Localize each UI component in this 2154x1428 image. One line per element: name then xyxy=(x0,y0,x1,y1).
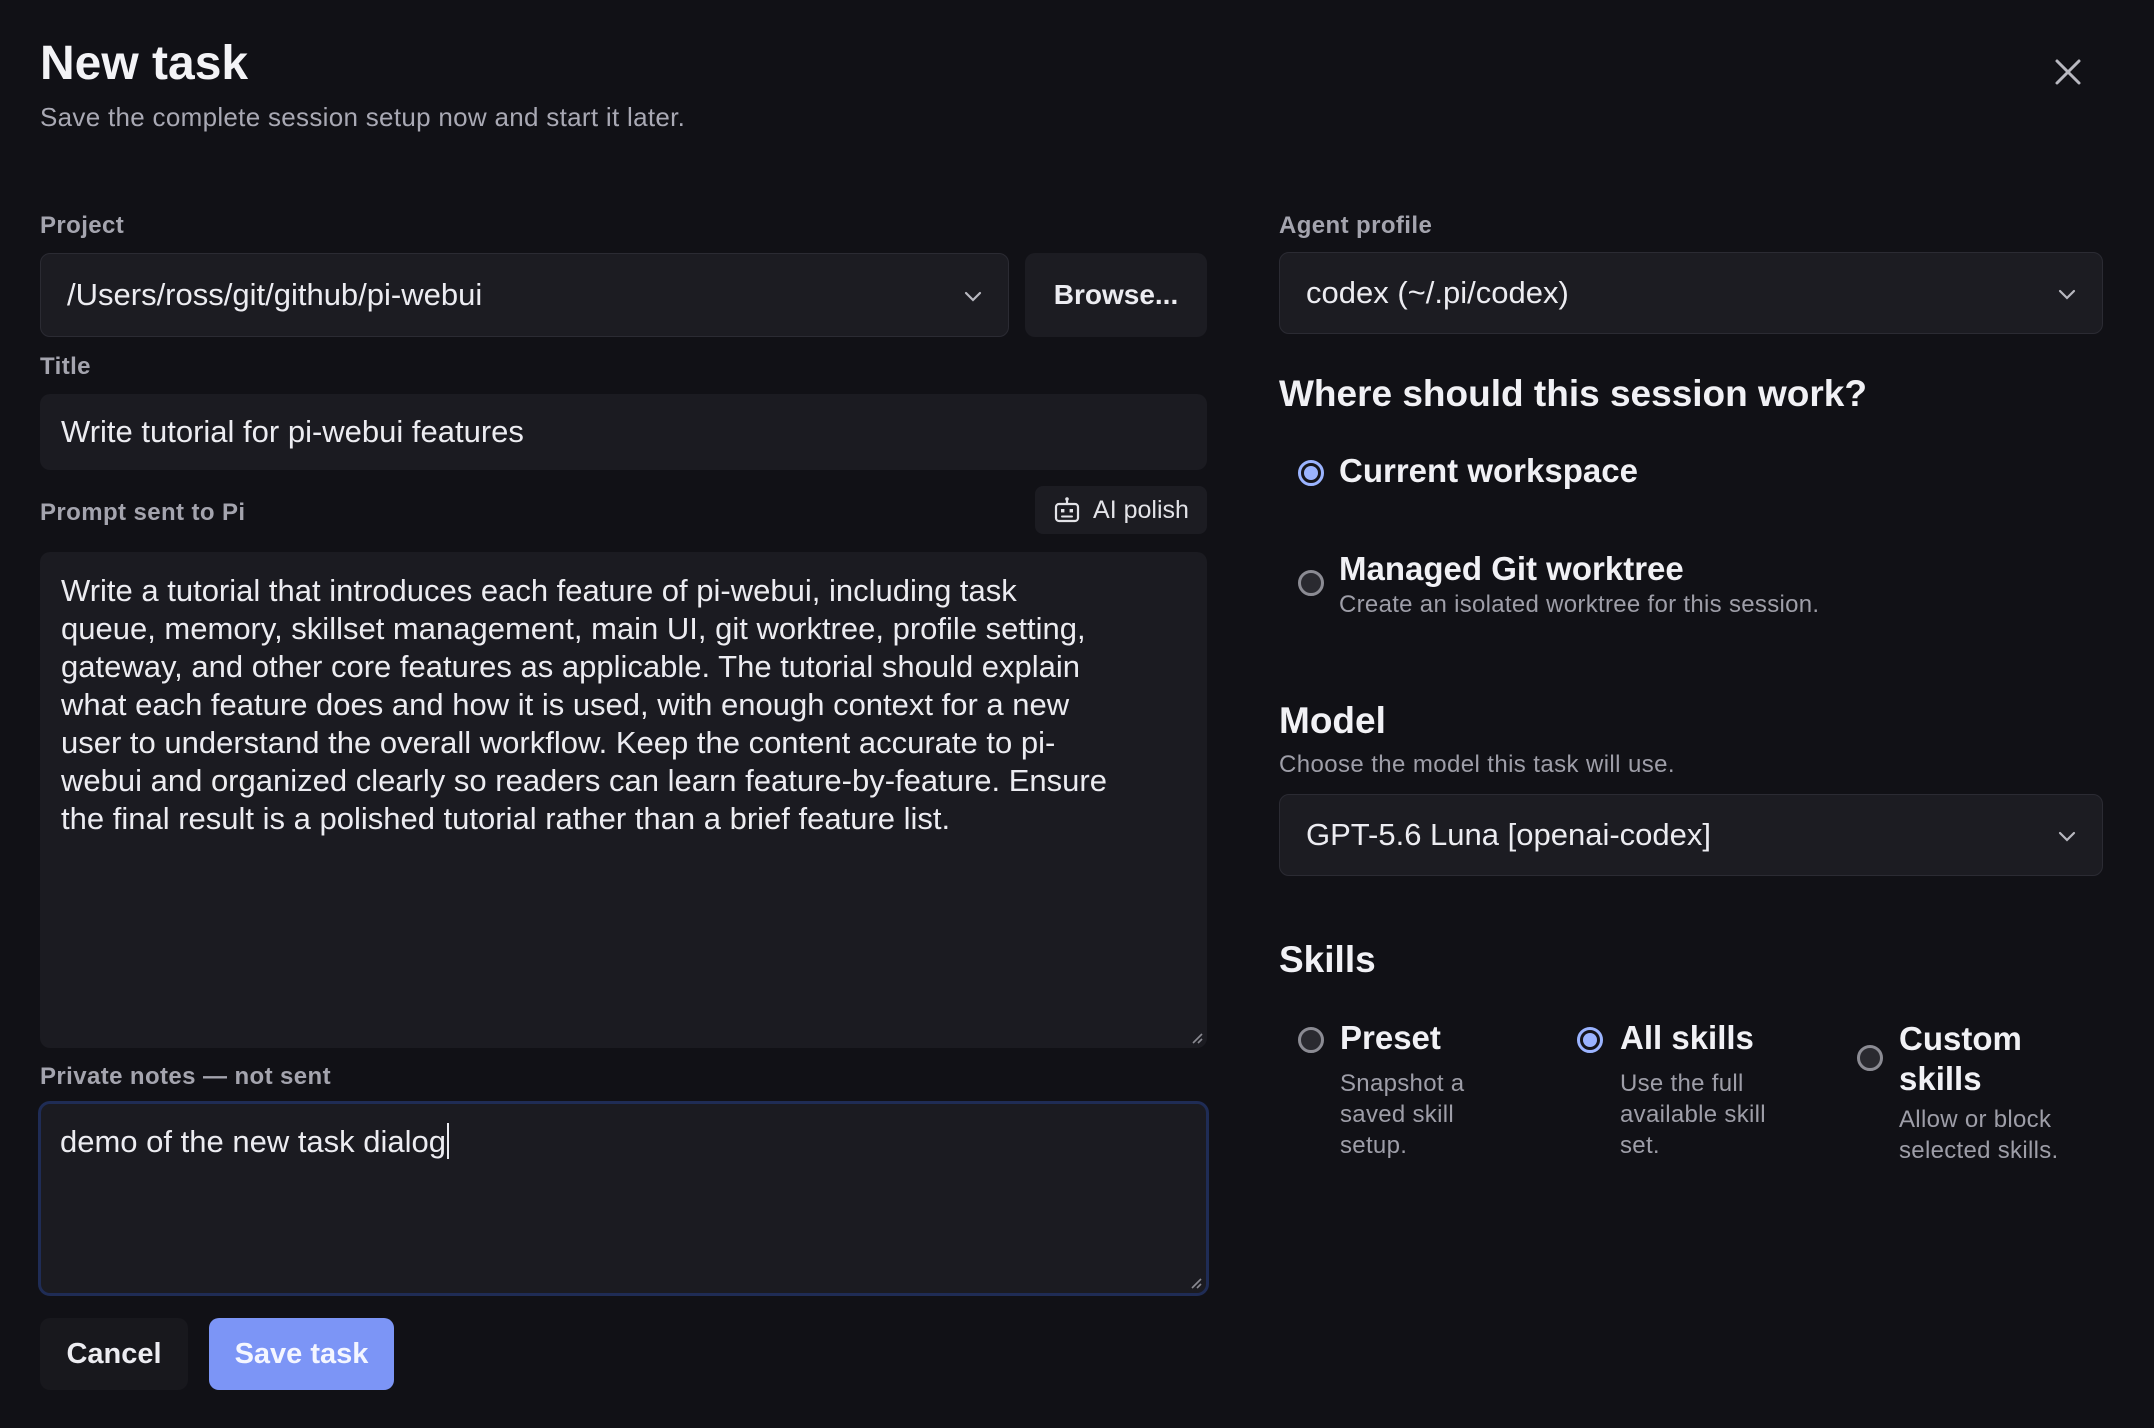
dialog-title: New task xyxy=(40,37,249,90)
dialog-subtitle: Save the complete session setup now and … xyxy=(40,102,686,132)
radio-managed-git-worktree[interactable] xyxy=(1298,570,1324,596)
notes-textarea[interactable]: demo of the new task dialog xyxy=(38,1101,1209,1296)
agent-profile-label: Agent profile xyxy=(1279,212,1433,239)
preset-desc-line: setup. xyxy=(1340,1132,1408,1159)
radio-current-workspace[interactable] xyxy=(1298,460,1324,486)
chevron-down-icon xyxy=(2058,831,2076,842)
custom-skills-desc-line: Allow or block xyxy=(1899,1106,2052,1133)
managed-git-worktree-desc: Create an isolated worktree for this ses… xyxy=(1339,591,1820,618)
prompt-line: webui and organized clearly so readers c… xyxy=(61,763,1107,798)
model-value: GPT-5.6 Luna [openai-codex] xyxy=(1306,817,1711,852)
prompt-line: gateway, and other core features as appl… xyxy=(61,649,1081,684)
agent-profile-value: codex (~/.pi/codex) xyxy=(1306,275,1569,310)
cancel-button[interactable]: Cancel xyxy=(40,1318,188,1390)
preset-label: Preset xyxy=(1340,1019,1441,1056)
project-select[interactable]: /Users/ross/git/github/pi-webui xyxy=(40,253,1009,337)
prompt-line: Write a tutorial that introduces each fe… xyxy=(61,573,1017,608)
model-select[interactable]: GPT-5.6 Luna [openai-codex] xyxy=(1279,794,2103,876)
project-select-value: /Users/ross/git/github/pi-webui xyxy=(67,277,483,312)
preset-desc-line: Snapshot a xyxy=(1340,1070,1465,1097)
agent-profile-select[interactable]: codex (~/.pi/codex) xyxy=(1279,252,2103,334)
chevron-down-icon xyxy=(2058,289,2076,300)
all-skills-label: All skills xyxy=(1620,1019,1754,1056)
ai-polish-button[interactable]: AI polish xyxy=(1035,486,1207,534)
resize-grip-icon[interactable] xyxy=(1188,1275,1202,1289)
custom-skills-label-line: skills xyxy=(1899,1060,1982,1097)
new-task-dialog: New task Save the complete session setup… xyxy=(0,0,2154,1428)
custom-skills-desc: Allow or block selected skills. xyxy=(1899,1104,2059,1166)
model-heading: Model xyxy=(1279,700,1386,741)
prompt-line: what each feature does and how it is use… xyxy=(61,687,1070,722)
custom-skills-desc-line: selected skills. xyxy=(1899,1137,2059,1164)
all-skills-desc-line: Use the full xyxy=(1620,1070,1744,1097)
skills-heading: Skills xyxy=(1279,939,1376,980)
preset-desc: Snapshot a saved skill setup. xyxy=(1340,1068,1464,1161)
robot-icon xyxy=(1054,497,1080,523)
radio-all-skills[interactable] xyxy=(1577,1027,1603,1053)
radio-custom-skills[interactable] xyxy=(1857,1045,1883,1071)
chevron-down-icon xyxy=(964,291,982,302)
title-label: Title xyxy=(40,353,91,380)
preset-desc-line: saved skill xyxy=(1340,1101,1455,1128)
project-label: Project xyxy=(40,212,125,239)
prompt-line: queue, memory, skillset management, main… xyxy=(61,611,1086,646)
notes-label: Private notes — not sent xyxy=(40,1063,331,1090)
save-task-button[interactable]: Save task xyxy=(209,1318,394,1390)
all-skills-desc: Use the full available skill set. xyxy=(1620,1068,1766,1161)
all-skills-desc-line: set. xyxy=(1620,1132,1660,1159)
model-hint: Choose the model this task will use. xyxy=(1279,751,1675,778)
current-workspace-label: Current workspace xyxy=(1339,452,1638,489)
radio-preset[interactable] xyxy=(1298,1027,1324,1053)
prompt-line: user to understand the overall workflow.… xyxy=(61,725,1056,760)
managed-git-worktree-label: Managed Git worktree xyxy=(1339,550,1684,587)
prompt-label: Prompt sent to Pi xyxy=(40,499,246,526)
custom-skills-label: Custom skills xyxy=(1899,1019,2022,1099)
workspace-heading: Where should this session work? xyxy=(1279,373,1867,414)
resize-grip-icon[interactable] xyxy=(1189,1030,1203,1044)
browse-button[interactable]: Browse... xyxy=(1025,253,1207,337)
prompt-textarea[interactable]: Write a tutorial that introduces each fe… xyxy=(40,552,1207,1048)
text-caret xyxy=(447,1123,450,1159)
all-skills-desc-line: available skill xyxy=(1620,1101,1766,1128)
notes-value: demo of the new task dialog xyxy=(60,1124,447,1159)
custom-skills-label-line: Custom xyxy=(1899,1020,2022,1057)
ai-polish-label: AI polish xyxy=(1093,495,1189,524)
title-input[interactable]: Write tutorial for pi-webui features xyxy=(40,394,1207,470)
prompt-line: the final result is a polished tutorial … xyxy=(61,801,951,836)
close-icon[interactable] xyxy=(2048,52,2088,92)
